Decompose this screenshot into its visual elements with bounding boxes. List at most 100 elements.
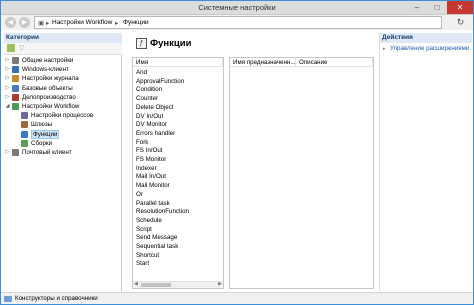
function-list-item[interactable]: Shortcut — [136, 252, 159, 261]
refresh-icon[interactable]: ↻ — [453, 16, 468, 29]
navigation-toolbar: ◀ ▶ ▣ ▸ Настройки Workflow ▸ Функции ↻ — [1, 15, 473, 30]
status-bar: Конструкторы и справочники — [1, 292, 473, 304]
function-list-item[interactable]: Sequential task — [136, 243, 178, 252]
function-list-item[interactable]: DV In/Out — [136, 113, 163, 122]
tree-expander-icon[interactable]: ▷ — [5, 65, 10, 74]
tree-item-label: Почтовый клиент — [22, 149, 72, 156]
tree-expander-icon[interactable]: ▷ — [5, 74, 10, 83]
title-bar: Системные настройки – □ ✕ — [1, 1, 473, 15]
function-list-item[interactable]: Send Message — [136, 234, 177, 243]
main-window: Системные настройки – □ ✕ ◀ ▶ ▣ ▸ Настро… — [0, 0, 474, 305]
tree-expander-icon[interactable]: ▷ — [5, 84, 10, 93]
back-button[interactable]: ◀ — [5, 17, 16, 28]
tree-item[interactable]: Настройки процессов — [4, 111, 122, 120]
window-title: Системные настройки — [198, 3, 276, 12]
functions-icon: ƒ — [136, 38, 147, 49]
tree-item[interactable]: Функции — [4, 129, 122, 139]
tree-item-label: Windows-клиент — [22, 66, 69, 74]
address-icon: ▣ ▸ — [38, 20, 50, 27]
tree-expander-icon[interactable]: ▷ — [5, 56, 10, 65]
tree-expander-icon[interactable]: ▷ — [5, 93, 10, 102]
tree-item[interactable]: Шлюзы — [4, 120, 122, 129]
tree-item-label: Общие настройки — [22, 57, 74, 64]
settings-icon — [12, 57, 19, 64]
address-bar[interactable]: ▣ ▸ Настройки Workflow ▸ Функции — [34, 16, 442, 29]
assigned-name-column-header[interactable]: Имя предназначенн... — [230, 58, 296, 67]
close-button[interactable]: ✕ — [447, 1, 473, 14]
function-list-item[interactable]: Start — [136, 260, 149, 269]
function-list-item[interactable]: Script — [136, 226, 152, 235]
tree-expander-icon[interactable]: ◢ — [5, 102, 10, 111]
function-list-item[interactable]: FS In/Out — [136, 147, 162, 156]
journal-icon — [12, 75, 19, 83]
process-icon — [21, 112, 28, 120]
function-details-list[interactable]: Имя предназначенн... Описание — [229, 57, 374, 289]
action-label: Управление расширениями — [390, 45, 470, 52]
function-list-item[interactable]: Mail Monitor — [136, 182, 170, 191]
records-icon — [12, 93, 19, 101]
function-list-item[interactable]: Delete Object — [136, 104, 174, 113]
function-list-item[interactable]: Or — [136, 191, 143, 200]
tree-item-label: Функции — [31, 129, 60, 139]
function-list-item[interactable]: Fork — [136, 139, 148, 148]
function-list-item[interactable]: DV Monitor — [136, 121, 167, 130]
functions-title: Функции — [150, 38, 192, 49]
breadcrumb-workflow[interactable]: Настройки Workflow — [52, 19, 112, 26]
actions-header: Действия — [380, 33, 472, 43]
breadcrumb-functions[interactable]: Функции — [123, 19, 149, 26]
function-list-item[interactable]: Indexer — [136, 165, 157, 174]
tree-item[interactable]: ▷ Базовые объекты — [4, 84, 122, 93]
tree-expander-icon[interactable]: ▷ — [5, 148, 10, 157]
breadcrumb-separator-icon: ▸ — [115, 20, 119, 27]
tree-item[interactable]: Сборки — [4, 139, 122, 148]
forward-button[interactable]: ▶ — [19, 17, 30, 28]
tree-item[interactable]: ▷ Делопроизводство — [4, 93, 122, 102]
function-list-item[interactable]: Counter — [136, 95, 158, 104]
function-list-item[interactable]: And — [136, 69, 147, 78]
tree-item-label: Базовые объекты — [22, 84, 73, 92]
function-list-item[interactable]: Parallel task — [136, 200, 170, 209]
functions-panel: ƒ Функции Имя And ApprovalFunction Conditi… — [125, 33, 377, 291]
tree-item-label: Настройки журнала — [22, 75, 79, 83]
function-list-item[interactable]: Errors handler — [136, 130, 175, 139]
function-list-item[interactable]: Condition — [136, 86, 162, 95]
minimize-button[interactable]: – — [407, 1, 427, 14]
functions-list[interactable]: Имя And ApprovalFunction Condition Counter D… — [132, 57, 224, 289]
objects-icon — [12, 84, 19, 92]
maximize-button[interactable]: □ — [427, 1, 447, 14]
functions-header: ƒ Функции — [125, 33, 377, 53]
actions-panel: Действия ▸ Управление расширениями — [379, 33, 472, 291]
tree-item-label: Настройки процессов — [31, 112, 94, 120]
horizontal-scrollbar[interactable]: ◀ ▶ — [133, 281, 223, 288]
bullet-icon: ▸ — [383, 46, 386, 52]
function-list-item[interactable]: ApprovalFunction — [136, 78, 184, 87]
tree-item-label: Сборки — [31, 139, 53, 147]
categories-panel: Категории ▽ ▷ Общие настройки ▷ Windows-кли… — [4, 33, 122, 291]
tree-item-label: Шлюзы — [31, 121, 53, 129]
status-icon — [4, 296, 12, 302]
workflow-icon — [12, 103, 19, 110]
name-column-header[interactable]: Имя — [133, 58, 223, 67]
categories-header: Категории — [4, 33, 122, 43]
tree-item[interactable]: ▷ Почтовый клиент — [4, 148, 122, 157]
computer-icon — [12, 66, 19, 74]
tree-toolbar: ▽ — [4, 43, 122, 55]
tree-item-label: Делопроизводство — [22, 93, 76, 101]
tree-item[interactable]: ▷ Настройки журнала — [4, 74, 122, 83]
tree-item-label: Настройки Workflow — [22, 103, 80, 110]
tree-item[interactable]: ◢ Настройки Workflow — [4, 102, 122, 111]
function-list-item[interactable]: ResolutionFunction — [136, 208, 189, 217]
scroll-left-icon[interactable]: ◀ — [134, 281, 138, 287]
assembly-icon — [21, 139, 28, 147]
function-list-item[interactable]: FS Monitor — [136, 156, 166, 165]
add-icon[interactable] — [7, 44, 15, 52]
description-column-header[interactable]: Описание — [296, 58, 373, 67]
tree-item[interactable]: ▷ Windows-клиент — [4, 65, 122, 74]
gateway-icon — [21, 121, 28, 129]
function-list-item[interactable]: Schedule — [136, 217, 162, 226]
filter-icon[interactable]: ▽ — [19, 44, 24, 52]
function-list-item[interactable]: Mail In/Out — [136, 173, 166, 182]
scroll-thumb[interactable] — [141, 283, 171, 287]
scroll-right-icon[interactable]: ▶ — [218, 281, 222, 287]
tree-item[interactable]: ▷ Общие настройки — [4, 56, 122, 65]
